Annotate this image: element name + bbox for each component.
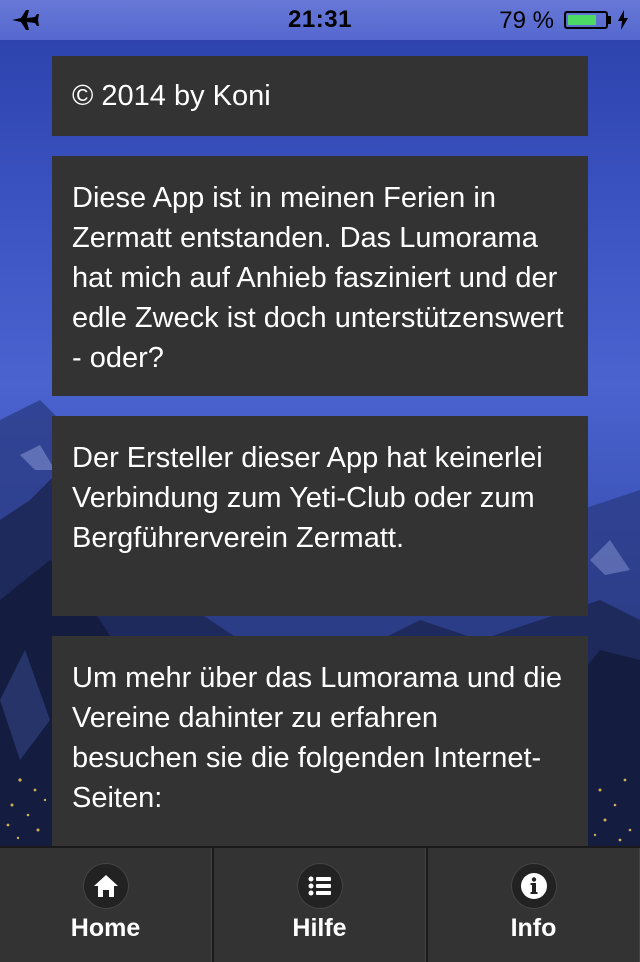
disclaimer-text: Der Ersteller dieser App hat keinerlei V… — [72, 442, 543, 554]
intro-text: Diese App ist in meinen Ferien in Zermat… — [72, 182, 564, 374]
tab-info-label: Info — [510, 914, 557, 942]
status-bar: 21:31 79 % — [0, 0, 640, 40]
tab-hilfe[interactable]: Hilfe — [212, 848, 426, 962]
battery-percentage: 79 % — [499, 7, 554, 34]
charging-bolt-icon — [618, 10, 628, 30]
tab-home-label: Home — [70, 914, 141, 942]
links-intro-text: Um mehr über das Lumorama und die Verein… — [72, 662, 563, 814]
info-icon — [511, 864, 556, 908]
copyright-card: © 2014 by Koni — [52, 56, 588, 136]
list-icon — [297, 864, 342, 908]
info-content[interactable]: © 2014 by Koni Diese App ist in meinen F… — [52, 56, 588, 916]
tab-bar: Home Hilfe Info — [0, 846, 640, 962]
battery-icon — [564, 11, 608, 29]
copyright-text: © 2014 by Koni — [72, 80, 271, 112]
home-icon — [83, 864, 128, 908]
battery-fill — [568, 15, 596, 25]
tab-info[interactable]: Info — [426, 848, 640, 962]
tab-home[interactable]: Home — [0, 848, 212, 962]
intro-card: Diese App ist in meinen Ferien in Zermat… — [52, 156, 588, 396]
tab-hilfe-label: Hilfe — [292, 914, 347, 942]
battery-tip — [608, 16, 611, 24]
disclaimer-card: Der Ersteller dieser App hat keinerlei V… — [52, 416, 588, 616]
